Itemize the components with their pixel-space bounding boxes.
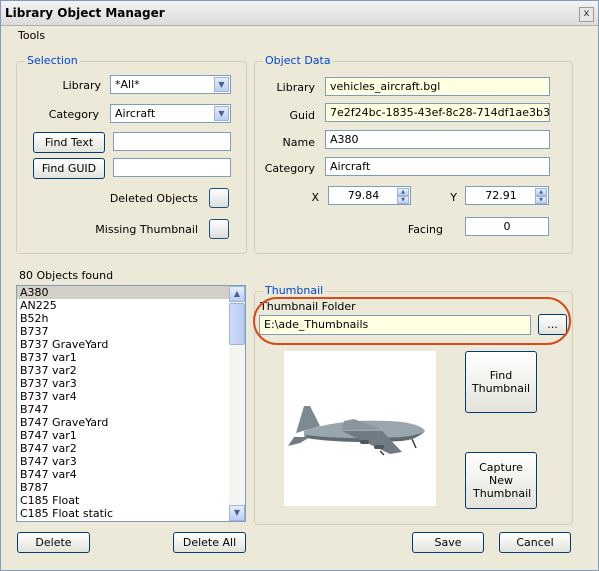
x-label: X <box>311 191 319 204</box>
scroll-down-icon[interactable]: ▼ <box>229 505 245 521</box>
spin-up-icon[interactable]: ▲ <box>535 188 547 196</box>
object-data-group-title: Object Data <box>263 54 333 67</box>
object-library-field[interactable]: vehicles_aircraft.bgl <box>325 77 550 96</box>
list-item[interactable]: B737 var4 <box>17 390 245 403</box>
spin-down-icon[interactable]: ▼ <box>397 196 409 204</box>
list-item[interactable]: B52h <box>17 312 245 325</box>
objects-count: 80 Objects found <box>19 269 114 282</box>
library-label: Library <box>62 79 101 92</box>
chevron-down-icon[interactable]: ▼ <box>214 77 229 92</box>
x-stepper[interactable]: 79.84 ▲ ▼ <box>328 186 411 205</box>
category-label: Category <box>48 108 99 121</box>
name-field[interactable]: A380 <box>325 130 550 149</box>
list-item[interactable]: A380 <box>17 286 245 299</box>
list-item[interactable]: B747 <box>17 403 245 416</box>
spin-up-icon[interactable]: ▲ <box>397 188 409 196</box>
window-title: Library Object Manager <box>5 6 165 20</box>
find-thumbnail-button[interactable]: Find Thumbnail <box>465 351 537 413</box>
x-value: 79.84 <box>347 189 380 202</box>
list-item[interactable]: C185 Float static <box>17 507 245 520</box>
object-category-label: Category <box>264 162 315 175</box>
scroll-up-icon[interactable]: ▲ <box>229 286 245 302</box>
list-item[interactable]: B737 var2 <box>17 364 245 377</box>
list-item[interactable]: B787 <box>17 481 245 494</box>
find-thumbnail-label: Find Thumbnail <box>471 369 531 395</box>
missing-thumbnail-toggle[interactable] <box>209 219 229 239</box>
guid-label: Guid <box>289 109 315 122</box>
list-item[interactable]: B737 GraveYard <box>17 338 245 351</box>
spin-down-icon[interactable]: ▼ <box>535 196 547 204</box>
find-text-button[interactable]: Find Text <box>33 132 105 153</box>
find-guid-input[interactable] <box>113 158 231 177</box>
delete-button[interactable]: Delete <box>17 532 90 553</box>
chevron-down-icon[interactable]: ▼ <box>214 106 229 121</box>
facing-field[interactable]: 0 <box>465 217 549 236</box>
save-button[interactable]: Save <box>412 532 484 553</box>
y-value: 72.91 <box>485 189 517 202</box>
list-item[interactable]: B747 var2 <box>17 442 245 455</box>
thumbnail-group-title: Thumbnail <box>263 284 326 297</box>
delete-all-button[interactable]: Delete All <box>173 532 246 553</box>
object-list[interactable]: A380 AN225 B52h B737 B737 GraveYard B737 var1… <box>16 285 246 522</box>
find-text-input[interactable] <box>113 132 231 151</box>
list-item[interactable]: AN225 <box>17 299 245 312</box>
list-scrollbar[interactable]: ▲ ▼ <box>229 286 245 521</box>
folder-highlight-ring <box>253 297 571 345</box>
selection-group-title: Selection <box>25 54 80 67</box>
list-item[interactable]: C185 Float <box>17 494 245 507</box>
list-item[interactable]: B747 GraveYard <box>17 416 245 429</box>
close-button[interactable]: x <box>579 7 594 22</box>
list-item[interactable]: B737 var3 <box>17 377 245 390</box>
deleted-objects-toggle[interactable] <box>209 188 229 208</box>
menu-tools[interactable]: Tools <box>18 29 45 42</box>
list-item[interactable]: B737 var1 <box>17 351 245 364</box>
name-label: Name <box>282 136 315 149</box>
guid-field[interactable]: 7e2f24bc-1835-43ef-8c28-714df1ae3b37 <box>325 103 550 122</box>
title-bar[interactable]: Library Object Manager x <box>1 1 598 26</box>
library-select-value: *All* <box>115 78 140 91</box>
library-object-manager-window: Library Object Manager x Tools Selection… <box>0 0 599 571</box>
scroll-thumb[interactable] <box>229 303 245 345</box>
object-category-field[interactable]: Aircraft <box>325 157 550 176</box>
y-stepper[interactable]: 72.91 ▲ ▼ <box>465 186 549 205</box>
list-item[interactable]: B737 <box>17 325 245 338</box>
capture-thumbnail-label: Capture New Thumbnail <box>473 461 532 500</box>
list-item[interactable]: B747 var1 <box>17 429 245 442</box>
category-select-value: Aircraft <box>115 107 156 120</box>
object-library-label: Library <box>276 81 315 94</box>
category-select[interactable]: Aircraft ▼ <box>110 104 231 123</box>
facing-label: Facing <box>407 223 443 236</box>
find-guid-button[interactable]: Find GUID <box>33 158 105 179</box>
deleted-objects-label: Deleted Objects <box>109 192 198 205</box>
cancel-button[interactable]: Cancel <box>499 532 571 553</box>
menu-bar: Tools <box>1 26 598 46</box>
library-select[interactable]: *All* ▼ <box>110 75 231 94</box>
y-label: Y <box>450 191 457 204</box>
list-item[interactable]: B747 var3 <box>17 455 245 468</box>
object-list-items: A380 AN225 B52h B737 B737 GraveYard B737 var1… <box>17 286 245 520</box>
capture-thumbnail-button[interactable]: Capture New Thumbnail <box>465 452 537 509</box>
thumbnail-image <box>284 351 436 506</box>
list-item[interactable]: B747 var4 <box>17 468 245 481</box>
airplane-icon <box>288 406 425 456</box>
missing-thumbnail-label: Missing Thumbnail <box>95 223 198 236</box>
